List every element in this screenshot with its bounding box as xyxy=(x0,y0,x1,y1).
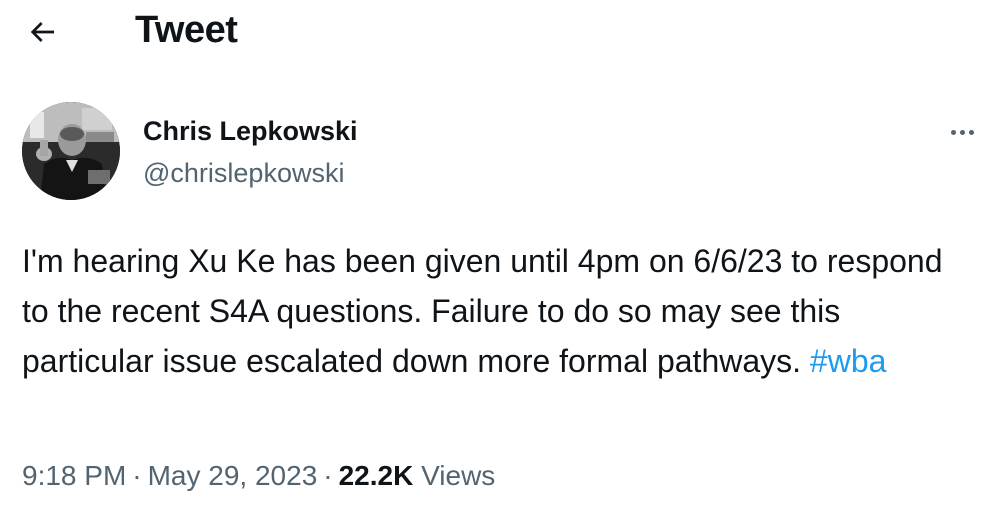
more-horizontal-icon xyxy=(950,129,956,135)
more-horizontal-icon xyxy=(968,129,974,135)
views-label: Views xyxy=(421,460,496,491)
back-button[interactable] xyxy=(22,14,62,50)
hashtag-link[interactable]: #wba xyxy=(810,343,887,379)
arrow-left-icon xyxy=(30,22,54,42)
tweet-date[interactable]: May 29, 2023 xyxy=(148,460,318,491)
meta-separator: · xyxy=(323,460,333,491)
more-options-button[interactable] xyxy=(942,118,982,146)
avatar[interactable] xyxy=(22,102,120,200)
tweet-time[interactable]: 9:18 PM xyxy=(22,460,126,491)
tweet-text: I'm hearing Xu Ke has been given until 4… xyxy=(22,243,943,379)
views-count[interactable]: 22.2K xyxy=(339,460,414,491)
tweet-body: I'm hearing Xu Ke has been given until 4… xyxy=(22,236,972,386)
more-horizontal-icon xyxy=(959,129,965,135)
profile-photo xyxy=(22,102,120,200)
author-handle[interactable]: @chrislepkowski xyxy=(143,156,344,190)
page-title: Tweet xyxy=(135,9,238,51)
tweet-meta: 9:18 PM · May 29, 2023 · 22.2K Views xyxy=(22,456,495,496)
meta-separator: · xyxy=(132,460,142,491)
author-name[interactable]: Chris Lepkowski xyxy=(143,114,358,148)
tweet-header: Tweet xyxy=(0,0,992,64)
